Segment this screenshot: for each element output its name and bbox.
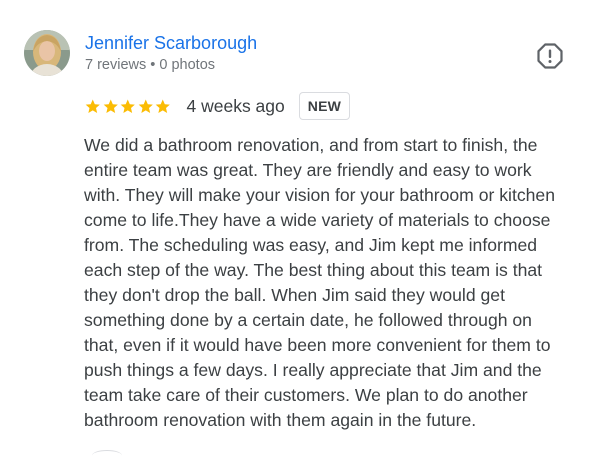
review-text-line: from. The scheduling was easy, and Jim k…: [84, 235, 538, 255]
review-text-line: push things a few days. I really appreci…: [84, 360, 542, 380]
reviewer-meta: 7 reviews • 0 photos: [85, 57, 216, 73]
reviewer-avatar[interactable]: [24, 30, 70, 76]
new-badge: NEW: [298, 92, 351, 120]
review-text: We did a bathroom renovation, and from s…: [84, 133, 584, 433]
star-icon: [138, 99, 153, 113]
avatar-photo-icon: [24, 30, 70, 76]
rating-row: 4 weeks ago NEW: [84, 92, 351, 120]
star-icon: [155, 99, 170, 113]
review-text-line: that, even if it would have been more co…: [84, 335, 551, 355]
review-text-line: come to life.They have a wide variety of…: [84, 210, 551, 230]
review-text-line: they don't drop the ball. When Jim said …: [84, 285, 505, 305]
review-text-line: entire team was great. They are friendly…: [84, 160, 532, 180]
review-text-line: team take care of their customers. We pl…: [84, 385, 528, 405]
review-text-line: something done by a certain date, he fol…: [84, 310, 532, 330]
review-text-line: each step of the way. The best thing abo…: [84, 260, 543, 280]
review-text-line: We did a bathroom renovation, and from s…: [84, 135, 538, 155]
reviewer-name-link[interactable]: Jennifer Scarborough: [85, 32, 257, 54]
report-icon: [537, 43, 563, 69]
review-text-line: bathroom renovation with them again in t…: [84, 410, 477, 430]
star-icon: [103, 99, 118, 113]
review-text-line: with. They will make your vision for you…: [84, 185, 555, 205]
action-icon-partial: [92, 450, 122, 456]
review-time: 4 weeks ago: [186, 95, 285, 116]
report-button[interactable]: [536, 42, 564, 70]
star-icon: [120, 99, 135, 113]
star-icon: [85, 99, 100, 113]
star-rating: [84, 98, 172, 115]
